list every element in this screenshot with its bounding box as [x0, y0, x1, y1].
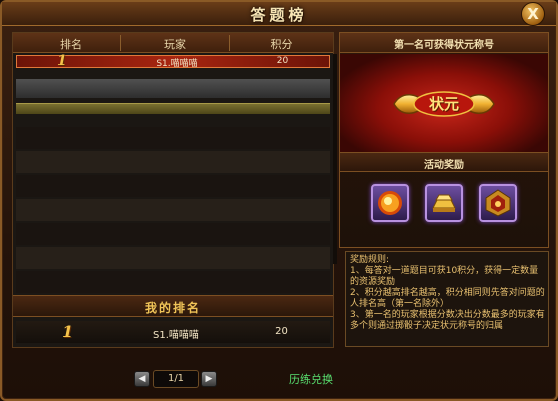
- column-player: 玩家: [164, 38, 186, 51]
- close-button[interactable]: X: [521, 2, 545, 26]
- my-rank-row: 1 S1.喵喵喵 20: [16, 321, 330, 343]
- page-indicator: 1/1: [153, 370, 199, 388]
- my-rank-title: 我的排名: [144, 301, 201, 315]
- rules-text: 奖励规则: 1、每答对一道题目可获10积分，获得一定数量的资源奖励 2、积分越高…: [350, 255, 546, 332]
- table-row[interactable]: [16, 175, 330, 197]
- rank-window: 答题榜 X 排名 玩家 积分 1 S1.喵喵喵 20 我的排名 1 S1.喵喵喵…: [0, 0, 558, 401]
- column-score: 积分: [270, 38, 293, 51]
- rules-line: 2、积分越高排名越高，积分相同则先答对问题的人排名高（第一名除外）: [350, 288, 545, 309]
- my-player-name: S1.喵喵喵: [153, 330, 199, 341]
- my-rank-header: 我的排名: [13, 295, 333, 317]
- table-row[interactable]: [16, 103, 330, 114]
- reward-item-slot[interactable]: [371, 184, 409, 222]
- window-title: 答题榜: [250, 6, 308, 24]
- titlebar: 答题榜 X: [2, 2, 556, 26]
- rules-panel: 奖励规则: 1、每答对一道题目可获10积分，获得一定数量的资源奖励 2、积分越高…: [345, 251, 549, 347]
- rewards-header: 活动奖励: [340, 152, 548, 172]
- next-page-button[interactable]: ▶: [201, 371, 217, 387]
- leaderboard-panel: 排名 玩家 积分 1 S1.喵喵喵 20 我的排名 1 S1.喵喵喵 20: [12, 32, 334, 348]
- first-place-title: 第一名可获得状元称号: [394, 40, 494, 51]
- table-row-first[interactable]: 1 S1.喵喵喵 20: [16, 53, 330, 69]
- history-exchange-link[interactable]: 历练兑换: [289, 371, 333, 387]
- table-row[interactable]: [16, 199, 330, 221]
- column-rank: 排名: [60, 38, 82, 51]
- gem-emblem-icon: [485, 189, 511, 217]
- rules-line: 3、第一名的玩家根据分数决出分数最多的玩家有多个则通过掷骰子决定状元称号的归属: [350, 310, 545, 331]
- gold-ingot-icon: [432, 194, 456, 212]
- table-row[interactable]: [16, 223, 330, 245]
- table-row[interactable]: [16, 151, 330, 173]
- scrollbar[interactable]: [333, 54, 337, 264]
- badge-text: 状元: [428, 95, 459, 113]
- table-row[interactable]: [16, 247, 330, 269]
- table-row[interactable]: [16, 79, 330, 98]
- table-header: 排名 玩家 积分: [13, 33, 333, 53]
- rules-line: 1、每答对一道题目可获10积分，获得一定数量的资源奖励: [350, 266, 539, 287]
- rules-title: 奖励规则:: [350, 255, 390, 265]
- table-row[interactable]: [16, 271, 330, 293]
- my-player-score: 20: [275, 326, 288, 337]
- reward-panel-header: 第一名可获得状元称号: [340, 33, 548, 53]
- reward-item-slot[interactable]: [479, 184, 517, 222]
- prev-page-button[interactable]: ◀: [134, 371, 150, 387]
- reward-panel: 第一名可获得状元称号 状元 活动奖励: [339, 32, 549, 248]
- my-rank-number: 1: [62, 322, 74, 341]
- player-name: S1.喵喵喵: [156, 59, 198, 69]
- table-row[interactable]: [16, 127, 330, 149]
- rank-number: 1: [57, 53, 67, 69]
- rewards-header-text: 活动奖励: [424, 160, 464, 171]
- fire-orb-icon: [378, 191, 402, 215]
- title-banner: 状元: [340, 54, 548, 152]
- player-score: 20: [276, 56, 289, 66]
- reward-item-slot[interactable]: [425, 184, 463, 222]
